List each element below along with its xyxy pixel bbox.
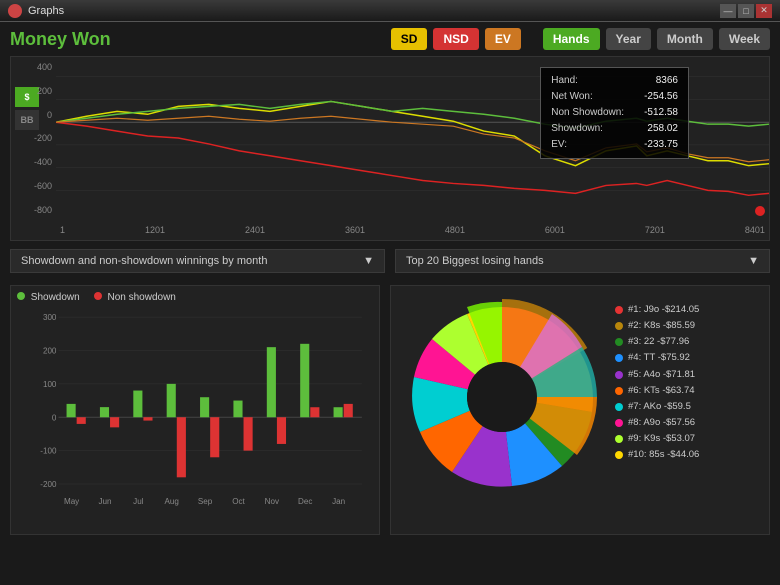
month-button[interactable]: Month (657, 28, 713, 50)
svg-text:200: 200 (43, 347, 57, 356)
legend-item-5: #5: A4o -$71.81 (615, 367, 699, 383)
right-dropdown[interactable]: Top 20 Biggest losing hands ▼ (395, 249, 770, 273)
legend-item-1: #1: J9o -$214.05 (615, 302, 699, 318)
svg-text:Jul: Jul (133, 497, 144, 506)
red-dot-indicator (755, 206, 765, 216)
pie-chart-legend: #1: J9o -$214.05 #2: K8s -$85.59 #3: 22 … (615, 292, 699, 528)
legend-item-9: #9: K9s -$53.07 (615, 431, 699, 447)
maximize-button[interactable]: □ (738, 4, 754, 18)
chart-tooltip: Hand: 8366 Net Won: -254.56 Non Showdown… (540, 67, 689, 159)
legend-item-7: #7: AKo -$59.5 (615, 399, 699, 415)
svg-text:100: 100 (43, 380, 57, 389)
hands-button[interactable]: Hands (543, 28, 600, 50)
legend-item-10: #10: 85s -$44.06 (615, 447, 699, 463)
svg-text:Nov: Nov (265, 497, 280, 506)
legend-item-4: #4: TT -$75.92 (615, 350, 699, 366)
bar-chart-legend: Showdown Non showdown (17, 292, 373, 303)
title-bar: Graphs — □ ✕ (0, 0, 780, 22)
svg-text:Sep: Sep (198, 497, 213, 506)
svg-text:Oct: Oct (232, 497, 245, 506)
ev-button[interactable]: EV (485, 28, 521, 50)
app-title: Graphs (28, 5, 64, 17)
svg-text:May: May (64, 497, 80, 506)
y-axis: 400 200 0 -200 -400 -600 -800 (11, 57, 56, 220)
legend-item-2: #2: K8s -$85.59 (615, 318, 699, 334)
svg-text:Aug: Aug (165, 497, 179, 506)
money-won-title: Money Won (10, 29, 111, 50)
app-icon (8, 4, 22, 18)
legend-item-8: #8: A9o -$57.56 (615, 415, 699, 431)
svg-text:Dec: Dec (298, 497, 312, 506)
svg-text:Jun: Jun (98, 497, 111, 506)
svg-text:-100: -100 (40, 447, 57, 456)
legend-item-6: #6: KTs -$63.74 (615, 383, 699, 399)
nsd-button[interactable]: NSD (433, 28, 478, 50)
svg-text:300: 300 (43, 313, 57, 322)
legend-item-3: #3: 22 -$77.96 (615, 334, 699, 350)
close-button[interactable]: ✕ (756, 4, 772, 18)
bar-chart-panel: Showdown Non showdown 300 200 100 (10, 285, 380, 535)
minimize-button[interactable]: — (720, 4, 736, 18)
main-chart: $ BB 400 200 0 -200 -400 -600 -800 (10, 56, 770, 241)
week-button[interactable]: Week (719, 28, 770, 50)
left-dropdown-arrow: ▼ (363, 255, 374, 267)
year-button[interactable]: Year (606, 28, 651, 50)
x-axis: 1 1201 2401 3601 4801 6001 7201 8401 (56, 220, 769, 240)
sd-button[interactable]: SD (391, 28, 428, 50)
pie-chart-panel: #1: J9o -$214.05 #2: K8s -$85.59 #3: 22 … (390, 285, 770, 535)
svg-text:0: 0 (52, 413, 57, 422)
right-dropdown-arrow: ▼ (748, 255, 759, 267)
svg-text:Jan: Jan (332, 497, 345, 506)
left-dropdown[interactable]: Showdown and non-showdown winnings by mo… (10, 249, 385, 273)
svg-text:-200: -200 (40, 480, 57, 489)
